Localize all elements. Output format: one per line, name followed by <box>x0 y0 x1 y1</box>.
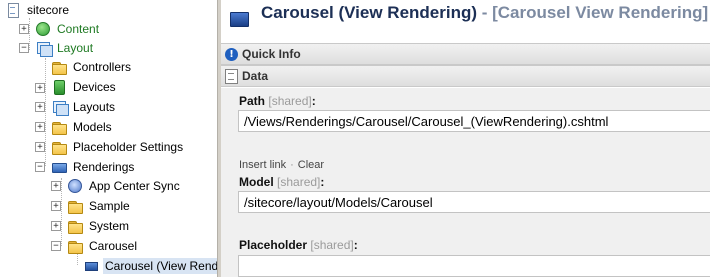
shared-tag: [shared] <box>310 238 354 252</box>
tree-item-sitecore[interactable]: sitecore <box>5 0 71 20</box>
field-name: Path <box>239 94 266 108</box>
renderings-icon <box>51 159 67 175</box>
field-name: Placeholder <box>239 238 308 252</box>
tree-item-system[interactable]: System <box>67 216 131 236</box>
app-center-sync-icon <box>67 178 83 194</box>
field-colon: : <box>311 94 316 108</box>
editor-header: Carousel (View Rendering) - [Carousel Vi… <box>221 0 710 42</box>
tree-item-layouts[interactable]: Layouts <box>51 97 117 117</box>
folder-icon <box>67 198 83 214</box>
collapse-carousel-icon[interactable]: − <box>51 241 61 251</box>
folder-icon <box>51 139 67 155</box>
expand-system-icon[interactable]: + <box>51 221 61 231</box>
expand-layouts-icon[interactable]: + <box>35 102 45 112</box>
field-colon: : <box>353 238 358 252</box>
layout-window-icon <box>35 40 53 57</box>
field-name: Model <box>239 175 274 189</box>
model-field-actions: Insert link · Clear <box>239 159 324 171</box>
page-title: Carousel (View Rendering) - [Carousel Vi… <box>261 3 708 23</box>
tree-item-placeholder-settings[interactable]: Placeholder Settings <box>51 137 185 157</box>
section-title: Data <box>242 69 269 83</box>
folder-icon <box>51 59 67 75</box>
field-colon: : <box>320 175 325 189</box>
data-section-body: Path [shared]: /Views/Renderings/Carouse… <box>221 88 710 277</box>
action-separator: · <box>290 159 294 171</box>
clear-action[interactable]: Clear <box>298 159 324 171</box>
expand-content-icon[interactable]: + <box>19 24 29 34</box>
placeholder-field-label: Placeholder [shared]: <box>239 238 358 252</box>
globe-icon <box>35 21 51 37</box>
tree-item-label: Placeholder Settings <box>73 140 184 154</box>
folder-icon <box>67 218 83 234</box>
content-tree: sitecore + Content − Layout Controllers … <box>0 0 217 277</box>
tree-item-label: Sample <box>89 199 130 213</box>
tree-connector <box>29 18 30 50</box>
tree-item-label: Content <box>57 22 100 36</box>
path-input[interactable]: /Views/Renderings/Carousel/Carousel_(Vie… <box>238 110 710 132</box>
expand-placeholder-settings-icon[interactable]: + <box>35 142 45 152</box>
item-subtitle: - [Carousel View Rendering] <box>477 3 709 22</box>
tree-item-label: Carousel (View Render <box>103 258 217 274</box>
tree-item-carousel[interactable]: Carousel <box>67 236 139 256</box>
device-icon <box>51 79 67 95</box>
tree-item-label: Layouts <box>73 100 116 114</box>
shared-tag: [shared] <box>277 175 321 189</box>
placeholder-input[interactable] <box>238 255 710 277</box>
section-data[interactable]: Data <box>221 65 710 87</box>
collapse-renderings-icon[interactable]: − <box>35 162 45 172</box>
sitecore-page-icon <box>5 2 21 18</box>
tree-item-devices[interactable]: Devices <box>51 77 118 97</box>
document-icon <box>225 68 238 84</box>
tree-item-label: App Center Sync <box>89 179 180 193</box>
shared-tag: [shared] <box>268 94 312 108</box>
tree-item-label: Devices <box>73 80 116 94</box>
item-title: Carousel (View Rendering) <box>261 3 478 22</box>
tree-connector <box>61 178 62 246</box>
item-editor: Carousel (View Rendering) - [Carousel Vi… <box>221 0 710 277</box>
expand-devices-icon[interactable]: + <box>35 83 45 93</box>
tree-item-renderings[interactable]: Renderings <box>51 157 136 177</box>
info-icon: ! <box>225 47 238 61</box>
tree-item-label: Models <box>73 120 112 134</box>
model-input[interactable]: /sitecore/layout/Models/Carousel <box>238 191 710 213</box>
tree-item-layout[interactable]: Layout <box>35 38 95 58</box>
tree-connector <box>45 58 46 166</box>
view-rendering-icon <box>83 258 99 274</box>
folder-icon <box>67 238 83 254</box>
tree-item-label: Carousel <box>89 239 138 253</box>
tree-item-label: sitecore <box>27 3 70 17</box>
tree-item-label: Controllers <box>73 60 132 74</box>
tree-item-label: System <box>89 219 130 233</box>
tree-item-app-center-sync[interactable]: App Center Sync <box>67 176 182 196</box>
expand-models-icon[interactable]: + <box>35 122 45 132</box>
model-field-label: Model [shared]: <box>239 175 324 189</box>
tree-item-label: Layout <box>57 41 94 55</box>
folder-icon <box>51 119 67 135</box>
tree-item-label: Renderings <box>73 160 135 174</box>
tree-item-carousel-view-rendering[interactable]: Carousel (View Render <box>83 256 217 276</box>
section-title: Quick Info <box>242 47 301 61</box>
layout-window-icon <box>51 99 69 116</box>
insert-link-action[interactable]: Insert link <box>239 159 286 171</box>
path-field-label: Path [shared]: <box>239 94 316 108</box>
expand-sample-icon[interactable]: + <box>51 201 61 211</box>
tree-item-controllers[interactable]: Controllers <box>51 57 133 77</box>
tree-item-models[interactable]: Models <box>51 117 114 137</box>
section-quick-info[interactable]: ! Quick Info <box>221 43 710 65</box>
tree-item-sample[interactable]: Sample <box>67 196 132 216</box>
collapse-layout-icon[interactable]: − <box>19 43 29 53</box>
expand-app-center-sync-icon[interactable]: + <box>51 181 61 191</box>
tree-item-content[interactable]: Content <box>35 19 101 39</box>
view-rendering-icon <box>230 12 249 27</box>
